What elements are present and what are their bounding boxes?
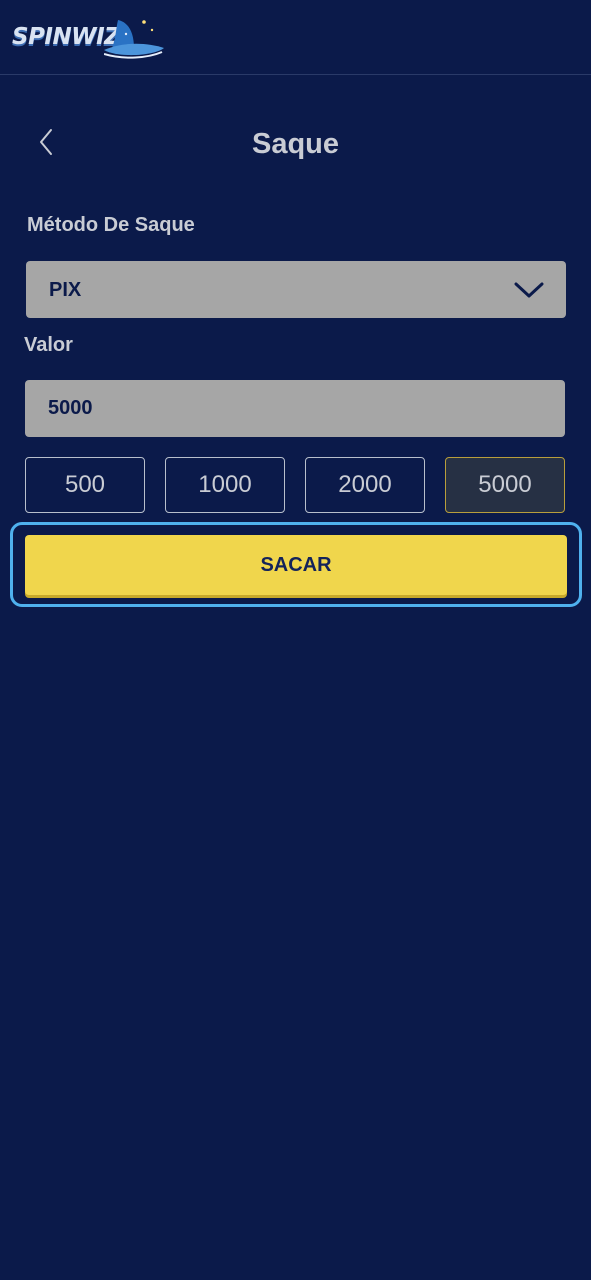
amount-option-1000[interactable]: 1000: [165, 457, 285, 513]
amount-option-2000[interactable]: 2000: [305, 457, 425, 513]
amount-option-500[interactable]: 500: [25, 457, 145, 513]
wizard-hat-icon: [104, 20, 164, 59]
method-label: Método De Saque: [27, 214, 195, 236]
amount-option-5000-selected[interactable]: 5000: [445, 457, 565, 513]
value-label: Valor: [24, 334, 73, 356]
chevron-down-icon: [514, 282, 544, 298]
withdraw-method-select[interactable]: PIX: [26, 261, 566, 318]
page-title: Saque: [251, 128, 340, 160]
select-value: PIX: [49, 279, 82, 301]
withdraw-page: SPINWIZ Saque Método De Saque PIX Valor …: [0, 0, 591, 1280]
amount-input[interactable]: [25, 380, 565, 437]
top-bar: SPINWIZ: [0, 0, 591, 75]
spinwiz-logo[interactable]: SPINWIZ: [12, 14, 164, 66]
submit-focus-ring: SACAR: [10, 522, 582, 607]
withdraw-button[interactable]: SACAR: [25, 535, 567, 595]
